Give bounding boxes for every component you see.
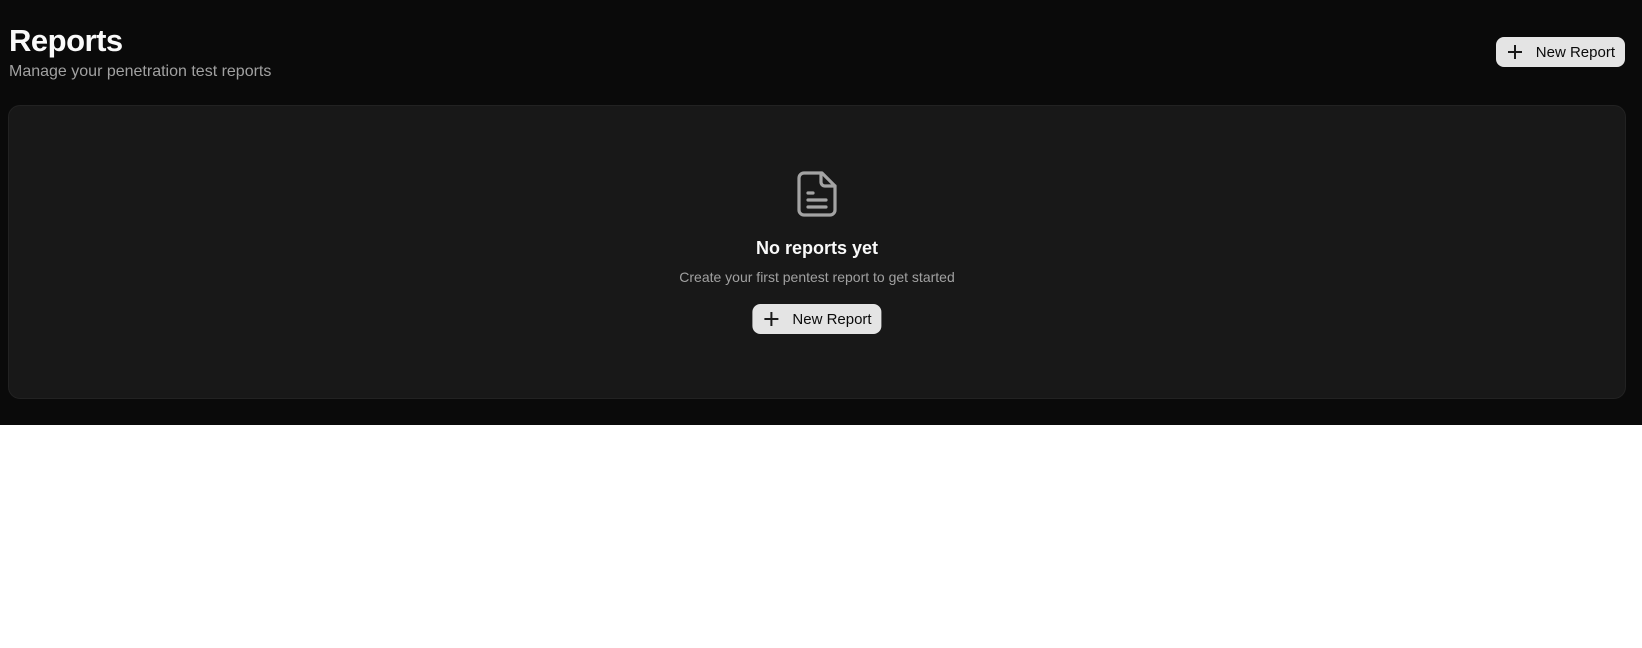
- new-report-label: New Report: [792, 310, 872, 328]
- new-report-label: New Report: [1535, 43, 1615, 61]
- plus-icon: [764, 312, 779, 326]
- page-title: Reports: [9, 23, 123, 58]
- empty-state-description: Create your first pentest report to get …: [679, 269, 955, 285]
- file-text-icon: [797, 171, 837, 217]
- empty-state-title: No reports yet: [755, 238, 879, 258]
- page-header: Reports Manage your penetration test rep…: [9, 22, 1625, 82]
- app-root: Reports Manage your penetration test rep…: [0, 0, 1642, 425]
- page-subtitle: Manage your penetration test reports: [9, 63, 272, 80]
- plus-icon: [1507, 45, 1522, 59]
- empty-state-new-report-button[interactable]: New Report: [752, 304, 882, 334]
- new-report-button[interactable]: New Report: [1495, 37, 1625, 67]
- reports-card: No reports yet Create your first pentest…: [8, 105, 1626, 399]
